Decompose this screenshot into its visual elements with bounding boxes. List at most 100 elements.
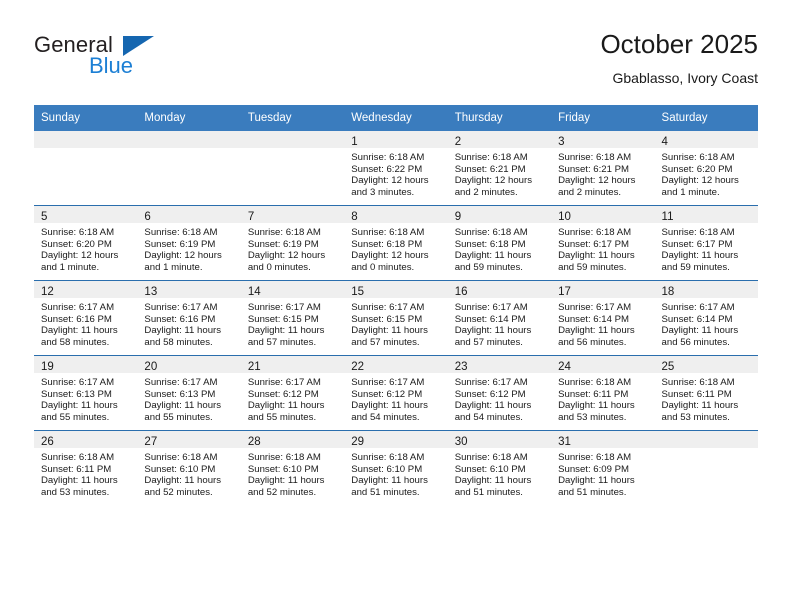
daylight-text-line1: Daylight: 11 hours [144, 400, 222, 412]
day-cell[interactable]: 8 Sunrise: 6:18 AM Sunset: 6:18 PM Daylight… [344, 205, 448, 281]
daylight-text-line1: Daylight: 11 hours [558, 475, 635, 487]
sunrise-text: Sunrise: 6:17 AM [41, 302, 115, 313]
day-number-strip: 27 [137, 431, 241, 448]
day-cell-body: Sunrise: 6:18 AM Sunset: 6:21 PM Daylight:… [551, 148, 654, 198]
sunrise-text: Sunrise: 6:18 AM [351, 152, 425, 163]
weekday-header-row: Sunday Monday Tuesday Wednesday Thursday… [34, 105, 758, 131]
day-cell[interactable]: 19 Sunrise: 6:17 AM Sunset: 6:13 PM Dayligh… [34, 355, 138, 431]
day-number-strip: 26 [34, 431, 138, 448]
day-number-strip [654, 431, 758, 448]
day-cell-body: Sunrise: 6:17 AM Sunset: 6:13 PM Daylight:… [137, 373, 240, 423]
sunset-text: Sunset: 6:10 PM [351, 463, 423, 475]
day-cell[interactable]: 4 Sunrise: 6:18 AM Sunset: 6:20 PM Daylight… [654, 131, 758, 206]
day-number-strip: 3 [551, 131, 655, 148]
day-cell-body: Sunrise: 6:18 AM Sunset: 6:11 PM Daylight:… [34, 448, 137, 498]
day-cell-body: Sunrise: 6:18 AM Sunset: 6:21 PM Daylight:… [448, 148, 551, 198]
day-cell[interactable]: 17 Sunrise: 6:17 AM Sunset: 6:14 PM Dayligh… [551, 280, 655, 356]
daylight-text-line1: Daylight: 11 hours [454, 475, 532, 487]
day-number-strip [240, 131, 345, 148]
day-cell-body: Sunrise: 6:17 AM Sunset: 6:13 PM Daylight:… [34, 373, 137, 423]
day-cell[interactable]: 25 Sunrise: 6:18 AM Sunset: 6:11 PM Dayligh… [654, 355, 758, 431]
day-cell[interactable]: 5 Sunrise: 6:18 AM Sunset: 6:20 PM Daylight… [34, 205, 138, 281]
day-cell[interactable]: 6 Sunrise: 6:18 AM Sunset: 6:19 PM Daylight… [137, 205, 241, 281]
daylight-text-line2: and 2 minutes. [558, 186, 622, 198]
daylight-text-line1: Daylight: 11 hours [41, 325, 118, 337]
day-number: 21 [247, 361, 261, 373]
weekday-header-monday: Monday [137, 105, 241, 131]
day-cell-body: Sunrise: 6:17 AM Sunset: 6:16 PM Daylight:… [34, 298, 137, 348]
day-cell[interactable]: 29 Sunrise: 6:18 AM Sunset: 6:10 PM Dayligh… [344, 430, 448, 505]
day-number: 26 [41, 436, 54, 448]
day-cell[interactable]: 11 Sunrise: 6:18 AM Sunset: 6:17 PM Dayligh… [654, 205, 758, 281]
day-number: 20 [144, 361, 158, 373]
day-number-strip: 15 [344, 281, 448, 298]
sunrise-text: Sunrise: 6:18 AM [41, 227, 115, 238]
sunrise-text: Sunrise: 6:18 AM [558, 452, 632, 463]
weekday-header-tuesday: Tuesday [240, 105, 345, 131]
day-number-strip: 22 [344, 356, 448, 373]
day-cell-body: Sunrise: 6:17 AM Sunset: 6:14 PM Daylight:… [551, 298, 654, 348]
sunset-text: Sunset: 6:12 PM [247, 388, 319, 400]
page-subtitle: Gbablasso, Ivory Coast [612, 70, 758, 86]
sunset-text: Sunset: 6:10 PM [247, 463, 319, 475]
day-cell[interactable]: 24 Sunrise: 6:18 AM Sunset: 6:11 PM Dayligh… [551, 355, 655, 431]
day-number: 10 [558, 211, 571, 223]
day-number: 15 [351, 286, 365, 298]
day-number: 7 [247, 211, 255, 223]
daylight-text-line2: and 1 minute. [41, 261, 100, 273]
day-cell[interactable]: 14 Sunrise: 6:17 AM Sunset: 6:15 PM Dayligh… [240, 280, 345, 356]
day-cell[interactable]: 18 Sunrise: 6:17 AM Sunset: 6:14 PM Dayligh… [654, 280, 758, 356]
daylight-text-line2: and 54 minutes. [351, 411, 420, 423]
day-cell[interactable]: 31 Sunrise: 6:18 AM Sunset: 6:09 PM Dayligh… [551, 430, 655, 505]
day-cell-body: Sunrise: 6:18 AM Sunset: 6:22 PM Daylight:… [344, 148, 447, 198]
sunset-text: Sunset: 6:15 PM [247, 313, 319, 325]
day-cell[interactable]: 13 Sunrise: 6:17 AM Sunset: 6:16 PM Dayligh… [137, 280, 241, 356]
sunset-text: Sunset: 6:17 PM [558, 238, 630, 250]
daylight-text-line1: Daylight: 12 hours [41, 250, 119, 262]
day-cell[interactable]: 27 Sunrise: 6:18 AM Sunset: 6:10 PM Dayligh… [137, 430, 241, 505]
day-cell[interactable]: 22 Sunrise: 6:17 AM Sunset: 6:12 PM Dayligh… [344, 355, 448, 431]
day-number: 17 [558, 286, 571, 298]
day-number-strip: 9 [447, 206, 552, 223]
day-number: 25 [661, 361, 675, 373]
daylight-text-line1: Daylight: 11 hours [661, 400, 739, 412]
day-number-strip: 28 [240, 431, 345, 448]
day-cell[interactable]: 16 Sunrise: 6:17 AM Sunset: 6:14 PM Dayligh… [447, 280, 552, 356]
day-cell[interactable]: 2 Sunrise: 6:18 AM Sunset: 6:21 PM Daylight… [447, 131, 552, 206]
day-cell[interactable]: 9 Sunrise: 6:18 AM Sunset: 6:18 PM Daylight… [447, 205, 552, 281]
day-number-strip: 6 [137, 206, 241, 223]
day-cell[interactable]: 21 Sunrise: 6:17 AM Sunset: 6:12 PM Dayligh… [240, 355, 345, 431]
brand-logo[interactable]: General Blue [34, 32, 214, 82]
day-number: 3 [558, 136, 565, 148]
daylight-text-line2: and 56 minutes. [558, 336, 627, 348]
day-cell-empty [34, 131, 138, 206]
sunset-text: Sunset: 6:15 PM [351, 313, 423, 325]
day-cell[interactable]: 26 Sunrise: 6:18 AM Sunset: 6:11 PM Dayligh… [34, 430, 138, 505]
day-cell-body: Sunrise: 6:18 AM Sunset: 6:10 PM Daylight:… [448, 448, 551, 498]
day-cell[interactable]: 23 Sunrise: 6:17 AM Sunset: 6:12 PM Dayligh… [447, 355, 552, 431]
day-cell[interactable]: 10 Sunrise: 6:18 AM Sunset: 6:17 PM Dayligh… [551, 205, 655, 281]
daylight-text-line1: Daylight: 12 hours [144, 250, 222, 262]
daylight-text-line2: and 55 minutes. [247, 411, 317, 423]
day-number: 16 [454, 286, 468, 298]
day-cell[interactable]: 12 Sunrise: 6:17 AM Sunset: 6:16 PM Dayligh… [34, 280, 138, 356]
sunrise-text: Sunrise: 6:17 AM [144, 377, 218, 388]
day-cell[interactable]: 15 Sunrise: 6:17 AM Sunset: 6:15 PM Dayligh… [344, 280, 448, 356]
day-cell[interactable]: 28 Sunrise: 6:18 AM Sunset: 6:10 PM Dayligh… [240, 430, 345, 505]
page-title: October 2025 [600, 29, 758, 59]
daylight-text-line2: and 54 minutes. [454, 411, 523, 423]
day-cell[interactable]: 1 Sunrise: 6:18 AM Sunset: 6:22 PM Daylight… [344, 131, 448, 206]
day-cell[interactable]: 20 Sunrise: 6:17 AM Sunset: 6:13 PM Dayligh… [137, 355, 241, 431]
sunrise-text: Sunrise: 6:18 AM [454, 452, 528, 463]
daylight-text-line1: Daylight: 11 hours [41, 400, 118, 412]
day-number: 14 [247, 286, 261, 298]
daylight-text-line1: Daylight: 11 hours [144, 475, 222, 487]
daylight-text-line1: Daylight: 12 hours [558, 175, 636, 187]
day-cell-body: Sunrise: 6:18 AM Sunset: 6:09 PM Daylight:… [551, 448, 654, 498]
day-cell[interactable]: 30 Sunrise: 6:18 AM Sunset: 6:10 PM Dayligh… [447, 430, 552, 505]
day-cell[interactable]: 7 Sunrise: 6:18 AM Sunset: 6:19 PM Daylight… [240, 205, 345, 281]
day-cell-body: Sunrise: 6:18 AM Sunset: 6:19 PM Daylight:… [241, 223, 344, 273]
day-number-strip: 8 [344, 206, 448, 223]
day-number: 6 [144, 211, 151, 223]
day-cell[interactable]: 3 Sunrise: 6:18 AM Sunset: 6:21 PM Daylight… [551, 131, 655, 206]
